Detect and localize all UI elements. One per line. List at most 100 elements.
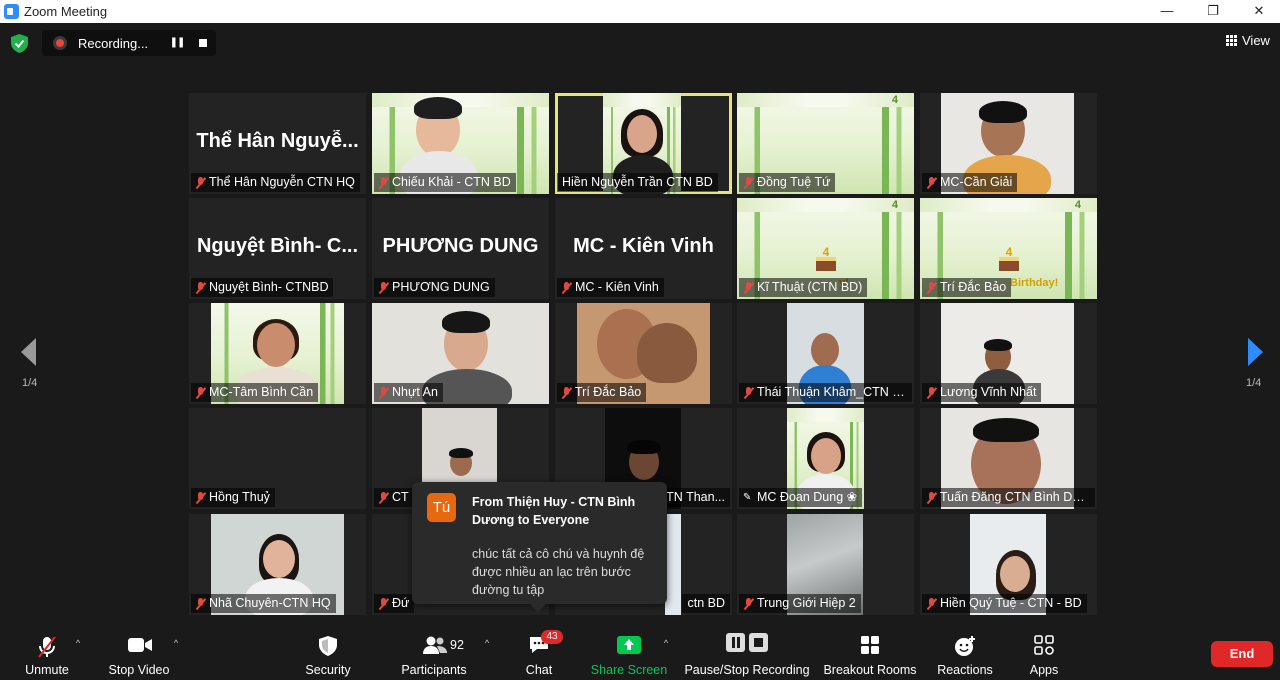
mic-muted-icon [926, 282, 937, 294]
view-button[interactable]: View [1226, 33, 1270, 48]
participant-name-bar: Trung Giới Hiệp 2 [739, 594, 861, 613]
participant-name-bar: Thái Thuận Khâm_CTN Bì... [739, 383, 912, 402]
chat-button[interactable]: 43 Chat [516, 626, 563, 680]
mic-muted-icon [926, 177, 937, 189]
chat-message-toast[interactable]: Tú From Thiện Huy - CTN Bình Dương to Ev… [412, 482, 667, 612]
apps-button[interactable]: Apps [1018, 626, 1070, 680]
participant-name-bar: Nguyệt Bình- CTNBD [191, 278, 334, 297]
chat-message-text: chúc tất cả cô chú và huynh đệ được nhiề… [472, 547, 645, 597]
breakout-rooms-button[interactable]: Breakout Rooms [822, 626, 918, 680]
mic-muted-icon [743, 282, 754, 294]
stop-recording-icon[interactable] [194, 34, 212, 52]
participant-tile[interactable]: Nguyệt Bình- C... Nguyệt Bình- CTNBD [189, 198, 366, 299]
participant-tile[interactable]: Hồng Thuỷ [189, 408, 366, 509]
participant-tile[interactable]: Thái Thuận Khâm_CTN Bì... [737, 303, 914, 404]
page-indicator-left: 1/4 [22, 377, 38, 389]
audio-options-caret[interactable]: ^ [73, 638, 83, 648]
mic-muted-icon [561, 282, 572, 294]
participant-name-bar: PHƯƠNG DUNG [374, 278, 495, 297]
participant-name-bar: Nhựt An [374, 383, 443, 402]
recording-indicator: Recording... ❚❚ [42, 30, 216, 56]
participant-tile[interactable]: Hiền Quý Tuệ - CTN - BD [920, 514, 1097, 615]
stop-video-button[interactable]: Stop Video [104, 626, 174, 680]
participant-name-bar: Hồng Thuỷ [191, 488, 275, 507]
share-screen-icon [617, 636, 641, 654]
next-page-arrow-icon[interactable] [1246, 336, 1266, 368]
mic-muted-icon [926, 387, 937, 399]
mic-muted-icon [743, 387, 754, 399]
mic-muted-icon [195, 387, 206, 399]
close-button[interactable]: ✕ [1236, 0, 1280, 23]
participant-tile[interactable]: Trung Giới Hiệp 2 [737, 514, 914, 615]
mic-muted-icon [926, 492, 937, 504]
reactions-button[interactable]: Reactions [934, 626, 996, 680]
security-button[interactable]: Security [296, 626, 360, 680]
breakout-rooms-icon [861, 636, 879, 654]
mic-muted-icon [561, 387, 572, 399]
participant-tile-active-speaker[interactable]: Hiền Nguyễn Trần CTN BD [555, 93, 732, 194]
participant-display-name: Thể Hân Nguyễ... [196, 130, 359, 152]
mic-muted-icon [378, 387, 389, 399]
participant-name-bar: MC-Tâm Bình Cần [191, 383, 319, 402]
participants-button[interactable]: 92 Participants [398, 626, 470, 680]
mic-muted-icon [195, 282, 206, 294]
unread-chat-badge: 43 [541, 630, 563, 644]
participant-name-bar: Hiền Quý Tuệ - CTN - BD [922, 594, 1087, 613]
pause-recording-icon[interactable]: ❚❚ [168, 34, 186, 52]
participant-name-bar: MC-Cần Giải [922, 173, 1018, 192]
participant-tile[interactable]: Tuấn Đăng CTN Bình Dư... [920, 408, 1097, 509]
participant-name-bar: Lương Vĩnh Nhất [922, 383, 1042, 402]
end-meeting-button[interactable]: End [1211, 641, 1273, 667]
svg-text:4: 4 [1006, 245, 1013, 259]
participant-tile[interactable]: Nhã Chuyên-CTN HQ [189, 514, 366, 615]
participant-name-bar: Đồng Tuệ Tứ [739, 173, 836, 192]
encryption-shield-icon[interactable] [11, 34, 28, 53]
pause-stop-recording-icon [726, 633, 768, 652]
participant-tile[interactable]: Lương Vĩnh Nhất [920, 303, 1097, 404]
participant-name-bar: Thể Hân Nguyễn CTN HQ [191, 173, 360, 192]
grid-icon [1226, 35, 1237, 46]
participant-tile[interactable]: MC-Tâm Bình Cần [189, 303, 366, 404]
participant-tile[interactable]: 4 4 y! Kĩ Thuật (CTN BD) [737, 198, 914, 299]
participant-name-bar: Tuấn Đăng CTN Bình Dư... [922, 488, 1095, 507]
participant-name-bar: ctn BD [682, 594, 730, 613]
participant-tile[interactable]: ✎ MC Đoan Dung ❀ [737, 408, 914, 509]
participants-options-caret[interactable]: ^ [482, 638, 492, 648]
mic-muted-icon [195, 492, 206, 504]
mic-muted-icon [378, 282, 389, 294]
participant-display-name: PHƯƠNG DUNG [382, 235, 539, 257]
participant-name-bar: Trí Đắc Bảo [922, 278, 1012, 297]
participant-tile[interactable]: MC - Kiên Vinh MC - Kiên Vinh [555, 198, 732, 299]
participant-name-bar: TN Than... [661, 488, 730, 507]
participant-name-bar: MC - Kiên Vinh [557, 278, 664, 297]
minimize-button[interactable]: — [1144, 0, 1190, 23]
mic-on-icon: ✎ [743, 492, 752, 503]
chat-sender-line: From Thiện Huy - CTN Bình Dương to Every… [472, 495, 636, 527]
participant-name-bar: Kĩ Thuật (CTN BD) [739, 278, 868, 297]
share-options-caret[interactable]: ^ [661, 638, 671, 648]
security-shield-icon [319, 636, 337, 656]
participant-tile[interactable]: 4 4 Birthday! Trí Đắc Bảo [920, 198, 1097, 299]
participant-tile[interactable]: Nhựt An [372, 303, 549, 404]
previous-page-arrow-icon[interactable] [18, 336, 38, 368]
participant-tile[interactable]: PHƯƠNG DUNG PHƯƠNG DUNG [372, 198, 549, 299]
participant-name-bar: CT [374, 488, 414, 507]
sender-avatar: Tú [427, 493, 456, 522]
participants-count: 92 [450, 638, 464, 652]
birthday-cake-icon: 4 [816, 245, 836, 271]
participant-tile[interactable]: Chiếu Khải - CTN BD [372, 93, 549, 194]
pause-stop-recording-button[interactable]: Pause/Stop Recording [684, 626, 810, 680]
unmute-button[interactable]: Unmute [18, 626, 76, 680]
participant-tile[interactable]: MC-Cần Giải [920, 93, 1097, 194]
maximize-button[interactable]: ❐ [1190, 0, 1236, 23]
mic-muted-icon [743, 598, 754, 610]
participant-tile[interactable]: Trí Đắc Bảo [555, 303, 732, 404]
participants-icon [423, 636, 447, 654]
microphone-muted-icon [38, 636, 56, 658]
video-options-caret[interactable]: ^ [171, 638, 181, 648]
participant-tile[interactable]: 4 Đồng Tuệ Tứ [737, 93, 914, 194]
share-screen-button[interactable]: Share Screen [590, 626, 668, 680]
birthday-overlay-text: Birthday! [1010, 277, 1059, 289]
participant-tile[interactable]: Thể Hân Nguyễ... Thể Hân Nguyễn CTN HQ [189, 93, 366, 194]
svg-text:4: 4 [823, 245, 830, 259]
